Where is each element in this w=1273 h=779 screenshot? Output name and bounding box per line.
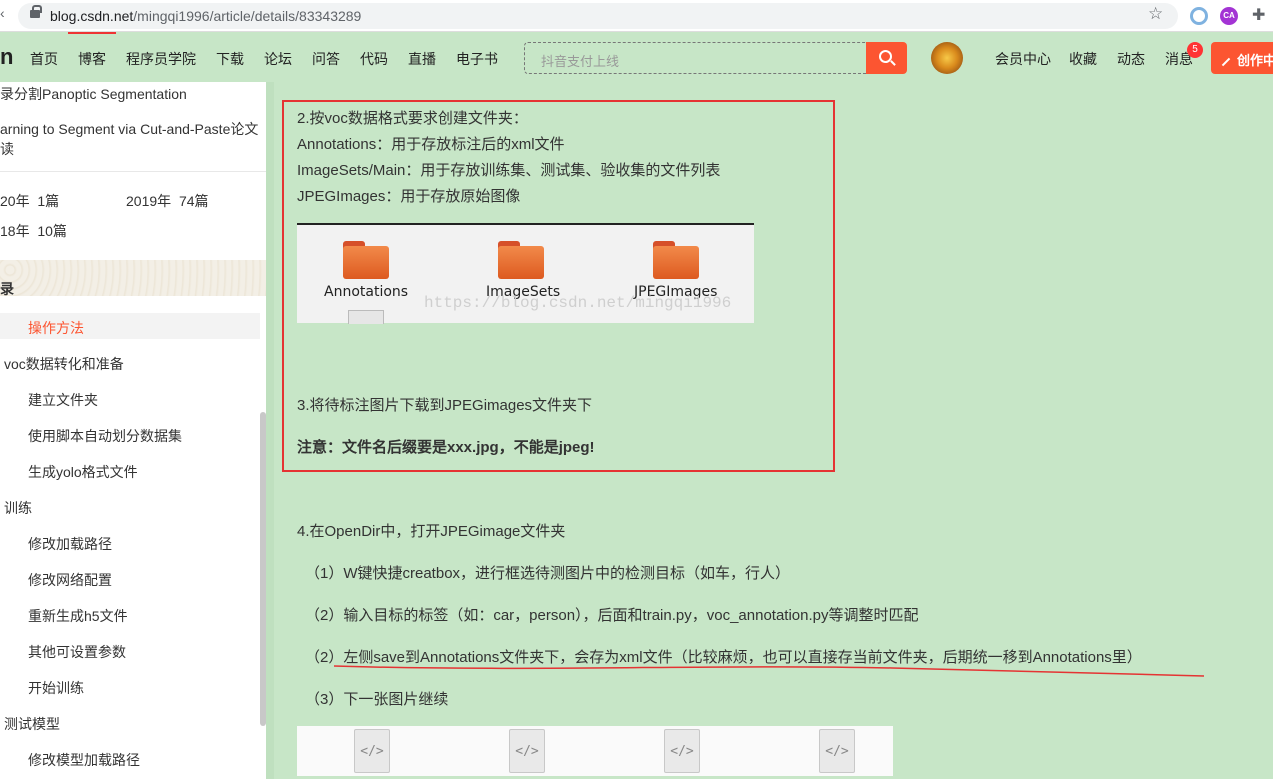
toc-item[interactable]: 建立文件夹 xyxy=(28,390,98,410)
document-icon xyxy=(348,310,384,324)
code-file-icon: </> xyxy=(819,729,855,773)
browser-toolbar: ‹ blog.csdn.net/mingqi1996/article/detai… xyxy=(0,0,1273,32)
activity-link[interactable]: 动态 xyxy=(1117,49,1145,69)
related-article-link[interactable]: arning to Segment via Cut-and-Paste论文 xyxy=(0,119,258,139)
create-button[interactable]: 创作中 xyxy=(1211,42,1273,74)
step2-text: 2.按voc数据格式要求创建文件夹： xyxy=(297,110,528,127)
nav-ebook[interactable]: 电子书 xyxy=(456,49,498,69)
red-underline-annotation xyxy=(333,665,1205,677)
nav-blog[interactable]: 博客 xyxy=(78,49,106,69)
lock-icon[interactable] xyxy=(30,5,42,18)
toc-item[interactable]: 开始训练 xyxy=(28,678,84,698)
toc-item[interactable]: 训练 xyxy=(4,498,32,518)
toc-item[interactable]: 修改加载路径 xyxy=(28,534,112,554)
site-header: n 首页 博客 程序员学院 下载 论坛 问答 代码 直播 电子书 抖音支付上线 … xyxy=(0,34,1273,82)
archive-year[interactable]: 2019年 74篇 xyxy=(126,191,209,211)
jpeg-desc: JPEGImages：用于存放原始图像 xyxy=(297,188,521,205)
watermark-text: https://blog.csdn.net/mingqi1996 xyxy=(424,294,732,312)
step4-text: 4.在OpenDir中，打开JPEGimage文件夹 xyxy=(297,523,566,540)
nav-academy[interactable]: 程序员学院 xyxy=(126,49,196,69)
member-center-link[interactable]: 会员中心 xyxy=(995,49,1051,69)
pen-icon xyxy=(1221,57,1231,66)
nav-live[interactable]: 直播 xyxy=(408,49,436,69)
note-text: 注意：文件名后缀要是xxx.jpg，不能是jpeg! xyxy=(297,439,595,456)
substep-text: （3）下一张图片继续 xyxy=(305,691,449,708)
nav-qa[interactable]: 问答 xyxy=(312,49,340,69)
annotations-desc: Annotations：用于存放标注后的xml文件 xyxy=(297,136,565,153)
favorites-link[interactable]: 收藏 xyxy=(1069,49,1097,69)
toc-item[interactable]: 操作方法 xyxy=(28,318,84,338)
code-file-icon: </> xyxy=(354,729,390,773)
related-article-link[interactable]: 录分割Panoptic Segmentation xyxy=(0,84,187,104)
nav-forum[interactable]: 论坛 xyxy=(264,49,292,69)
sidebar: 录分割Panoptic Segmentation arning to Segme… xyxy=(0,82,266,779)
address-bar[interactable]: blog.csdn.net/mingqi1996/article/details… xyxy=(18,3,1178,29)
step3-text: 3.将待标注图片下载到JPEGimages文件夹下 xyxy=(297,397,593,414)
toc-item[interactable]: 测试模型 xyxy=(4,714,60,734)
substep-text: （2）输入目标的标签（如：car，person），后面和train.py，voc… xyxy=(305,607,919,624)
toc-item[interactable]: 使用脚本自动划分数据集 xyxy=(28,426,182,446)
url-text: blog.csdn.net/mingqi1996/article/details… xyxy=(50,8,362,24)
search-button[interactable] xyxy=(866,42,907,74)
code-file-icon: </> xyxy=(664,729,700,773)
toc-title: 录 xyxy=(0,281,14,297)
message-count-badge: 5 xyxy=(1187,42,1203,58)
imagesets-desc: ImageSets/Main：用于存放训练集、测试集、验收集的文件列表 xyxy=(297,162,721,179)
nav-home[interactable]: 首页 xyxy=(30,49,58,69)
back-icon[interactable]: ‹ xyxy=(0,5,5,21)
toc-item[interactable]: 其他可设置参数 xyxy=(28,642,126,662)
folder-icon xyxy=(498,241,544,279)
toc-item[interactable]: 修改网络配置 xyxy=(28,570,112,590)
toc-item[interactable]: voc数据转化和准备 xyxy=(4,354,124,374)
related-article-link-cont[interactable]: 读 xyxy=(0,139,14,159)
toc-item[interactable]: 修改模型加载路径 xyxy=(28,750,140,770)
star-icon[interactable]: ☆ xyxy=(1148,4,1163,24)
content-edge xyxy=(266,82,274,779)
search-input[interactable]: 抖音支付上线 xyxy=(524,42,868,74)
folder-icon xyxy=(653,241,699,279)
folder-icon xyxy=(343,241,389,279)
toc-item[interactable]: 生成yolo格式文件 xyxy=(28,462,138,482)
code-file-icon: </> xyxy=(509,729,545,773)
divider xyxy=(0,171,266,172)
decorative-pattern xyxy=(0,260,266,296)
folder-label: Annotations xyxy=(324,284,409,300)
site-logo[interactable]: n xyxy=(0,44,13,70)
profile-extension-icon[interactable]: CA xyxy=(1220,7,1238,25)
archive-year[interactable]: 20年 1篇 xyxy=(0,191,59,211)
xml-files-screenshot: </> </> </> </> xyxy=(297,726,893,776)
toc-item[interactable]: 重新生成h5文件 xyxy=(28,606,128,626)
nav-download[interactable]: 下载 xyxy=(216,49,244,69)
extension-icon[interactable] xyxy=(1190,7,1208,25)
nav-code[interactable]: 代码 xyxy=(360,49,388,69)
archive-year[interactable]: 18年 10篇 xyxy=(0,221,67,241)
avatar[interactable] xyxy=(931,42,963,74)
substep-text: （1）W键快捷creatbox，进行框选待测图片中的检测目标（如车，行人） xyxy=(305,565,791,582)
puzzle-icon[interactable]: ✚ xyxy=(1252,5,1265,25)
